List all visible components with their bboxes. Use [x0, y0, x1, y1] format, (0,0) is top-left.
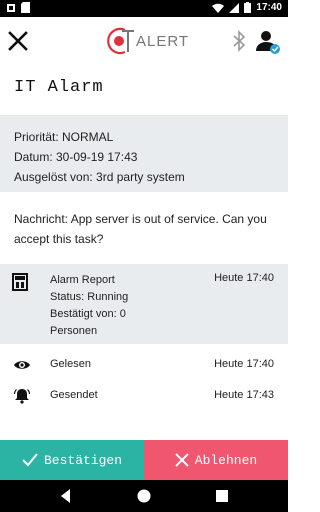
- bluetooth-icon[interactable]: [230, 29, 248, 53]
- bell-icon: [13, 389, 31, 404]
- sd-card-icon: [21, 2, 30, 13]
- report-item[interactable]: Alarm Report Status: Running Bestätigt v…: [0, 264, 288, 344]
- alarm-message: Nachricht: App server is out of service.…: [14, 212, 267, 246]
- event-row-sent: Gesendet Heute 17:43: [0, 379, 288, 413]
- wifi-icon: [212, 3, 225, 13]
- recents-icon[interactable]: [214, 488, 230, 504]
- report-confirmed-by: Bestätigt von: 0: [50, 308, 126, 320]
- app-bar: ALERT: [0, 17, 288, 65]
- event-label: Gesendet: [50, 389, 98, 401]
- confirm-label: Bestätigen: [43, 452, 122, 468]
- reject-button[interactable]: Ablehnen: [144, 440, 288, 480]
- back-icon[interactable]: [58, 488, 74, 504]
- status-bar: 17:40: [0, 0, 288, 17]
- eye-icon: [14, 361, 30, 369]
- event-time: Heute 17:43: [214, 389, 274, 401]
- priority-text: Priorität: NORMAL: [14, 130, 114, 144]
- logo-text: ALERT: [136, 32, 190, 50]
- app-logo: ALERT: [104, 25, 189, 57]
- ct-logo-mark: [107, 27, 134, 55]
- report-status: Status: Running: [50, 291, 129, 303]
- event-label: Gelesen: [50, 358, 91, 370]
- battery-icon: [244, 2, 252, 13]
- signal-icon: [229, 2, 240, 13]
- event-row-read: Gelesen Heute 17:40: [0, 348, 288, 382]
- date-text: Datum: 30-09-19 17:43: [14, 150, 138, 164]
- report-persons: Personen: [50, 325, 98, 337]
- report-icon: [12, 273, 28, 291]
- check-icon: [22, 453, 38, 467]
- report-title: Alarm Report: [50, 274, 115, 286]
- reject-label: Ablehnen: [194, 452, 258, 468]
- home-icon[interactable]: [136, 488, 152, 504]
- confirm-button[interactable]: Bestätigen: [0, 440, 144, 480]
- report-time: Heute 17:40: [214, 272, 274, 284]
- alarm-details: Priorität: NORMAL Datum: 30-09-19 17:43 …: [0, 115, 288, 192]
- close-icon: [175, 453, 189, 467]
- user-verified-icon[interactable]: [255, 29, 281, 55]
- event-time: Heute 17:40: [214, 358, 274, 370]
- close-icon[interactable]: [6, 29, 30, 53]
- triggered-by-text: Ausgelöst von: 3rd party system: [14, 170, 185, 184]
- notification-icon: [7, 3, 15, 12]
- navigation-bar: [0, 480, 288, 512]
- status-time: 17:40: [256, 2, 282, 13]
- page-title: IT Alarm: [14, 78, 104, 97]
